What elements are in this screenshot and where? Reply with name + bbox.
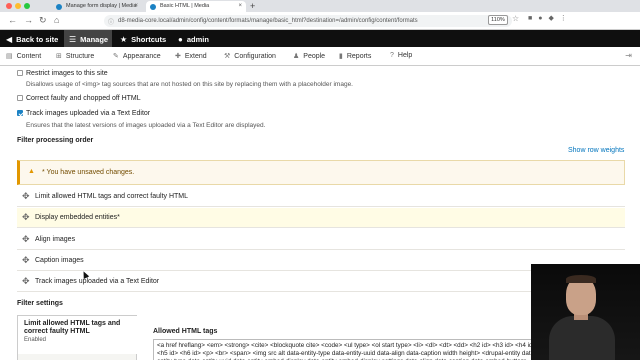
show-row-weights-link[interactable]: Show row weights bbox=[568, 147, 624, 154]
tray-item-content[interactable]: ▤ Content bbox=[6, 52, 41, 60]
forward-arrow-icon[interactable]: → bbox=[24, 15, 33, 25]
tray-item-structure[interactable]: ⊞ Structure bbox=[56, 52, 94, 60]
unsaved-changes-warning: ▲ * You have unsaved changes. bbox=[17, 160, 625, 185]
checkbox[interactable] bbox=[17, 95, 23, 101]
minimize-window-dot[interactable] bbox=[15, 3, 21, 9]
drag-handle-icon[interactable]: ✥ bbox=[22, 255, 30, 266]
new-tab-icon[interactable]: + bbox=[250, 1, 255, 11]
vertical-tab-limit-html[interactable]: Limit allowed HTML tags and correct faul… bbox=[18, 316, 137, 354]
structure-icon: ⊞ bbox=[56, 53, 62, 60]
tray-item-people[interactable]: ♟ People bbox=[293, 52, 325, 60]
zoom-level-badge[interactable]: 110% bbox=[488, 15, 508, 25]
checkbox[interactable] bbox=[17, 70, 23, 76]
browser-tab-manage-form-display[interactable]: Manage form display | Media × bbox=[52, 1, 142, 12]
tray-orientation-icon[interactable]: ⇥ bbox=[625, 51, 632, 60]
browser-tab-basic-html[interactable]: Basic HTML | Media × bbox=[146, 1, 246, 12]
vertical-tab-status: Enabled bbox=[24, 337, 47, 343]
wrench-icon: ⚒ bbox=[224, 53, 231, 60]
allowed-html-field[interactable]: <a href hreflang> <em> <strong> <cite> <… bbox=[153, 339, 543, 360]
people-icon: ♟ bbox=[293, 53, 300, 60]
option-restrict-images[interactable]: Restrict images to this site bbox=[17, 70, 108, 77]
tab-title: Manage form display | Media bbox=[66, 3, 137, 9]
close-tab-icon[interactable]: × bbox=[134, 3, 138, 9]
content-icon: ▤ bbox=[6, 53, 13, 60]
filter-settings-heading: Filter settings bbox=[17, 300, 63, 307]
webcam-overlay bbox=[531, 264, 640, 360]
close-window-dot[interactable] bbox=[6, 3, 12, 9]
chart-icon: ▮ bbox=[339, 53, 343, 60]
browser-tab-bar: Manage form display | Media × Basic HTML… bbox=[0, 0, 640, 12]
brush-icon: ✎ bbox=[113, 53, 119, 60]
address-bar[interactable]: ⓘ d8-media-core.local/admin/config/conte… bbox=[104, 15, 512, 27]
warning-icon: ▲ bbox=[28, 168, 35, 175]
person-icon: ● bbox=[178, 35, 183, 44]
help-icon: ? bbox=[390, 52, 394, 59]
star-icon: ★ bbox=[120, 35, 128, 44]
puzzle-icon: ✚ bbox=[175, 53, 181, 60]
admin-toolbar: ◀ Back to site ☰ Manage ★ Shortcuts ● admin bbox=[0, 30, 640, 47]
vertical-tab-title: Limit allowed HTML tags and correct faul… bbox=[24, 320, 121, 335]
filter-row-highlighted[interactable]: ✥ Display embedded entities* bbox=[17, 208, 625, 228]
drupal-favicon-icon bbox=[56, 4, 62, 10]
tray-item-reports[interactable]: ▮ Reports bbox=[339, 52, 371, 60]
back-to-site-link[interactable]: ◀ Back to site bbox=[6, 30, 58, 47]
drag-handle-icon[interactable]: ✥ bbox=[22, 234, 30, 245]
reload-icon[interactable]: ↻ bbox=[39, 15, 47, 26]
screen: Manage form display | Media × Basic HTML… bbox=[0, 0, 640, 360]
back-arrow-icon[interactable]: ← bbox=[8, 15, 17, 25]
filter-row[interactable]: ✥ Align images bbox=[17, 230, 625, 250]
bookmark-star-icon[interactable]: ☆ bbox=[512, 14, 519, 23]
tray-item-appearance[interactable]: ✎ Appearance bbox=[113, 52, 161, 60]
menu-icon: ☰ bbox=[69, 35, 77, 44]
option-correct-faulty-html[interactable]: Correct faulty and chopped off HTML bbox=[17, 95, 141, 102]
back-arrow-icon: ◀ bbox=[6, 35, 13, 44]
option-track-images[interactable]: Track images uploaded via a Text Editor bbox=[17, 110, 150, 117]
drupal-favicon-icon bbox=[150, 4, 156, 10]
maximize-window-dot[interactable] bbox=[24, 3, 30, 9]
home-icon[interactable]: ⌂ bbox=[54, 15, 59, 25]
option-description: Ensures that the latest versions of imag… bbox=[26, 122, 266, 129]
info-icon[interactable]: ⓘ bbox=[108, 17, 114, 26]
tray-item-configuration[interactable]: ⚒ Configuration bbox=[224, 52, 276, 60]
manage-tab[interactable]: ☰ Manage bbox=[64, 30, 112, 47]
option-description: Disallows usage of <img> tag sources tha… bbox=[26, 81, 353, 88]
tray-item-extend[interactable]: ✚ Extend bbox=[175, 52, 207, 60]
drag-handle-icon[interactable]: ✥ bbox=[22, 212, 30, 223]
user-tab[interactable]: ● admin bbox=[178, 30, 209, 47]
checkbox-checked[interactable] bbox=[17, 110, 23, 116]
drag-handle-icon[interactable]: ✥ bbox=[22, 191, 30, 202]
extension-icons[interactable]: ■●◆⋮ bbox=[528, 14, 573, 22]
shortcuts-tab[interactable]: ★ Shortcuts bbox=[120, 30, 166, 47]
filter-processing-order-heading: Filter processing order bbox=[17, 137, 94, 144]
vertical-tabs-menu: Limit allowed HTML tags and correct faul… bbox=[17, 315, 137, 360]
allowed-html-label: Allowed HTML tags bbox=[153, 328, 218, 335]
close-tab-icon[interactable]: × bbox=[238, 3, 242, 9]
presenter-shirt bbox=[549, 316, 615, 360]
url-text: d8-media-core.local/admin/config/content… bbox=[118, 18, 418, 24]
presenter-hair bbox=[566, 275, 596, 283]
tab-title: Basic HTML | Media bbox=[160, 3, 210, 9]
tray-item-help[interactable]: ? Help bbox=[390, 52, 412, 59]
filter-row[interactable]: ✥ Limit allowed HTML tags and correct fau… bbox=[17, 187, 625, 207]
drag-handle-icon[interactable]: ✥ bbox=[22, 276, 30, 287]
admin-tray: ▤ Content ⊞ Structure ✎ Appearance ✚ Extend … bbox=[0, 47, 640, 66]
